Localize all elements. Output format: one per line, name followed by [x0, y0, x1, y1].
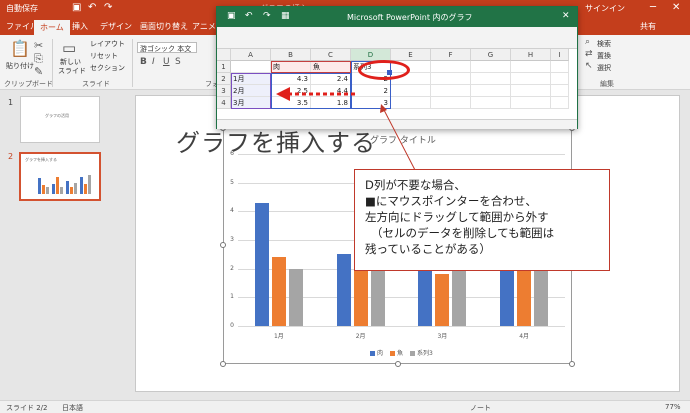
callout-pointer [383, 109, 416, 171]
language-indicator[interactable]: 日本語 [62, 403, 83, 413]
drag-arrow-head [276, 87, 290, 101]
status-bar: スライド 2/2 日本語 ノート 77% [0, 400, 690, 413]
callout-line: ■にマウスポインターを合わせ、 [365, 194, 537, 208]
callout-line: 左方向にドラッグして範囲から外す [365, 210, 549, 224]
slide-position: スライド 2/2 [6, 404, 48, 412]
notes-button[interactable]: ノート [470, 403, 491, 413]
callout-pointer-head [380, 104, 387, 113]
callout-line: 残っていることがある） [365, 242, 491, 256]
zoom-level[interactable]: 77% [665, 403, 681, 411]
callout-line: D列が不要な場合、 [365, 178, 466, 192]
instruction-callout: D列が不要な場合、 ■にマウスポインターを合わせ、 左方向にドラッグして範囲から… [354, 169, 610, 271]
callout-line: （セルのデータを削除しても範囲は [371, 226, 555, 240]
